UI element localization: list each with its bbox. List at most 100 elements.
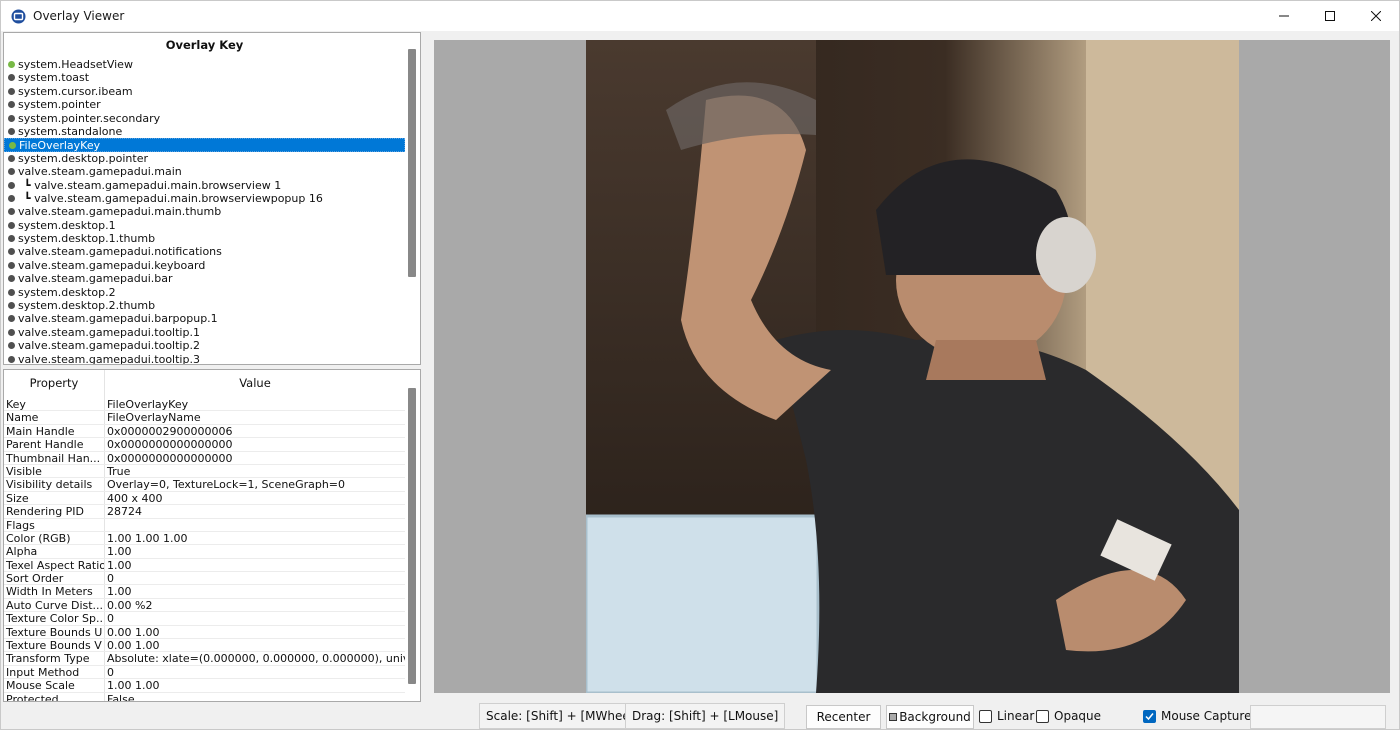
property-name: Texture Bounds U [4, 625, 105, 639]
property-grid-scrollbar[interactable] [408, 386, 416, 696]
status-dot-icon [9, 142, 16, 150]
list-item[interactable]: valve.steam.gamepadui.tooltip.1 [4, 326, 405, 339]
property-value [105, 519, 405, 531]
list-item[interactable]: system.desktop.2 [4, 286, 405, 299]
list-item[interactable]: valve.steam.gamepadui.bar [4, 272, 405, 285]
property-name: Visible [4, 464, 105, 478]
property-value: 1.00 1.00 [107, 679, 160, 692]
table-row[interactable]: Transform Type Absolute: xlate=(0.000000,… [4, 652, 405, 666]
status-dot-icon [8, 114, 15, 122]
table-row[interactable]: Name FileOverlayName [4, 411, 405, 425]
minimize-icon [1279, 15, 1289, 17]
status-dot-icon [8, 355, 15, 363]
list-item-label: system.desktop.2.thumb [18, 299, 156, 313]
property-grid[interactable]: Property Value Key FileOverlayKey Name File… [3, 369, 421, 702]
list-item[interactable]: valve.steam.gamepadui.main [4, 165, 405, 178]
table-row[interactable]: Thumbnail Han... 0x0000000000000000 [4, 451, 405, 465]
linear-checkbox-box[interactable] [979, 709, 992, 723]
property-value: 0.00 1.00 [107, 625, 160, 639]
table-row[interactable]: Visible True [4, 464, 405, 479]
property-name: Transform Type [4, 652, 105, 665]
table-row[interactable]: Texture Color Sp... 0 [4, 612, 405, 626]
property-value: 0 [107, 665, 114, 679]
property-name: Size [4, 491, 105, 505]
list-item[interactable]: system.desktop.pointer [4, 152, 405, 165]
property-value: FileOverlayKey [107, 398, 189, 411]
key-list-scroll-thumb[interactable] [408, 49, 416, 277]
table-row[interactable]: Key FileOverlayKey [4, 398, 405, 412]
list-item[interactable]: ┗ valve.steam.gamepadui.main.browserview… [4, 179, 405, 192]
column-header-value[interactable]: Value [105, 370, 405, 398]
list-item[interactable]: system.cursor.ibeam [4, 85, 405, 98]
table-row[interactable]: Alpha 1.00 [4, 545, 405, 559]
table-row[interactable]: Size 400 x 400 [4, 491, 405, 506]
background-button[interactable]: Background [886, 705, 974, 729]
table-row[interactable]: Texel Aspect Ratio 1.00 [4, 558, 405, 573]
list-item[interactable]: valve.steam.gamepadui.tooltip.2 [4, 339, 405, 352]
list-item[interactable]: system.desktop.1.thumb [4, 232, 405, 245]
table-row[interactable]: Rendering PID 28724 [4, 505, 405, 519]
property-name: Texture Bounds V [4, 639, 105, 652]
list-item[interactable]: valve.steam.gamepadui.barpopup.1 [4, 312, 405, 325]
title-bar: Overlay Viewer [1, 1, 1399, 31]
list-item[interactable]: system.pointer [4, 98, 405, 111]
list-item[interactable]: system.pointer.secondary [4, 112, 405, 125]
list-item[interactable]: system.HeadsetView [4, 58, 405, 71]
list-item-label: system.HeadsetView [18, 58, 133, 71]
close-button[interactable] [1353, 1, 1399, 31]
table-row[interactable]: Main Handle 0x0000002900000006 [4, 424, 405, 439]
minimize-button[interactable] [1261, 1, 1307, 31]
property-value: 0x0000002900000006 [107, 424, 233, 438]
table-row[interactable]: Mouse Scale 1.00 1.00 [4, 679, 405, 693]
property-value: Overlay=0, TextureLock=1, SceneGraph=0 [107, 478, 346, 491]
maximize-button[interactable] [1307, 1, 1353, 31]
bottom-toolbar: Scale: [Shift] + [MWheel] Drag: [Shift] … [1, 701, 1400, 730]
status-dot-icon [8, 74, 15, 82]
linear-checkbox[interactable]: Linear [979, 706, 1034, 726]
table-row[interactable]: Width In Meters 1.00 [4, 585, 405, 599]
table-row[interactable]: Parent Handle 0x0000000000000000 [4, 438, 405, 452]
list-item[interactable]: system.toast [4, 71, 405, 84]
overlay-key-list[interactable]: Overlay Key system.HeadsetView system.toa… [3, 32, 421, 365]
opaque-label: Opaque [1054, 709, 1102, 723]
table-row[interactable]: Sort Order 0 [4, 572, 405, 586]
opaque-checkbox-box[interactable] [1036, 709, 1049, 723]
list-item[interactable]: valve.steam.gamepadui.keyboard [4, 259, 405, 272]
status-dot-icon [8, 315, 15, 323]
table-row[interactable]: Flags [4, 518, 405, 532]
close-icon [1371, 11, 1381, 21]
list-item[interactable]: valve.steam.gamepadui.main.thumb [4, 205, 405, 218]
recenter-button[interactable]: Recenter [806, 705, 881, 729]
property-name: Main Handle [4, 424, 105, 438]
list-item[interactable]: system.standalone [4, 125, 405, 138]
background-label: Background [899, 710, 971, 724]
column-header-property[interactable]: Property [4, 370, 105, 398]
table-row[interactable]: Input Method 0 [4, 665, 405, 680]
mouse-capture-checkbox-box[interactable] [1143, 709, 1156, 723]
table-row[interactable]: Color (RGB) 1.00 1.00 1.00 [4, 531, 405, 546]
property-value: 1.00 1.00 1.00 [107, 531, 188, 545]
list-item[interactable]: valve.steam.gamepadui.tooltip.3 [4, 353, 405, 364]
property-value: 0.00 %2 [107, 598, 153, 612]
status-dot-icon [8, 127, 15, 135]
mouse-capture-checkbox[interactable]: Mouse Capture [1143, 706, 1251, 726]
property-grid-scroll-thumb[interactable] [408, 388, 416, 684]
table-row[interactable]: Texture Bounds V 0.00 1.00 [4, 639, 405, 653]
list-item[interactable]: system.desktop.2.thumb [4, 299, 405, 312]
table-row[interactable]: Auto Curve Dist... 0.00 %2 [4, 598, 405, 613]
status-dot-icon [8, 194, 15, 202]
table-row[interactable]: Visibility details Overlay=0, TextureLock… [4, 478, 405, 492]
property-name: Input Method [4, 665, 105, 679]
list-item[interactable]: system.desktop.1 [4, 219, 405, 232]
window-title: Overlay Viewer [33, 9, 125, 23]
list-item-label: valve.steam.gamepadui.main.thumb [18, 205, 222, 219]
table-row[interactable]: Texture Bounds U 0.00 1.00 [4, 625, 405, 640]
mouse-capture-label: Mouse Capture [1161, 709, 1252, 723]
list-item[interactable]: ┗ valve.steam.gamepadui.main.browserview… [4, 192, 405, 205]
list-item[interactable]: FileOverlayKey [4, 138, 405, 152]
list-item-label: system.desktop.pointer [18, 151, 148, 165]
key-list-scrollbar[interactable] [408, 47, 416, 359]
opaque-checkbox[interactable]: Opaque [1036, 706, 1101, 726]
overlay-preview[interactable] [434, 40, 1390, 693]
list-item[interactable]: valve.steam.gamepadui.notifications [4, 245, 405, 258]
